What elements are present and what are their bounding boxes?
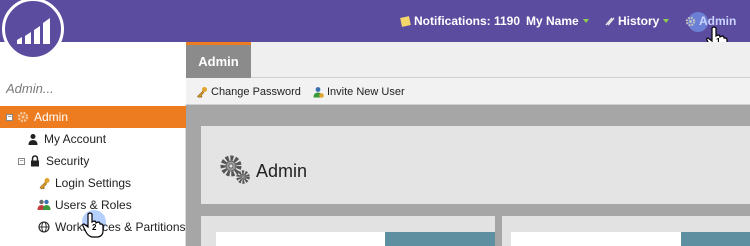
users-icon xyxy=(37,198,51,212)
gear-icon xyxy=(16,110,30,124)
search-input[interactable]: Admin... xyxy=(6,81,54,96)
card-accent xyxy=(385,232,495,246)
invite-new-user-button[interactable]: Invite New User xyxy=(312,78,405,105)
chevron-down-icon xyxy=(663,19,670,23)
tree-item-label: Workspaces & Partitions xyxy=(55,220,186,234)
tab-admin[interactable]: Admin xyxy=(186,42,251,78)
tree-item-label: My Account xyxy=(44,132,107,146)
globe-icon xyxy=(37,220,51,234)
tree-item-workspaces-partitions[interactable]: Workspaces & Partitions xyxy=(37,216,186,238)
tree-item-label: Security xyxy=(46,154,90,168)
lock-icon xyxy=(28,154,42,168)
tab-label: Admin xyxy=(198,54,239,69)
change-password-label: Change Password xyxy=(211,85,301,98)
history-icon xyxy=(604,16,615,27)
tree-item-label: Users & Roles xyxy=(55,198,132,212)
tree-item-label: Login Settings xyxy=(55,176,132,190)
collapse-icon[interactable]: − xyxy=(6,113,13,121)
tab-strip: Admin xyxy=(186,42,750,78)
notification-note-icon xyxy=(400,15,411,27)
gear-icon xyxy=(218,153,252,192)
toolbar: Change Password Invite New User xyxy=(186,78,750,105)
card-body xyxy=(511,232,681,246)
notifications-link[interactable]: Notifications: 1190 xyxy=(400,0,520,42)
add-user-icon xyxy=(312,86,324,98)
tree-item-login-settings[interactable]: Login Settings xyxy=(37,172,131,194)
card-body xyxy=(216,232,385,246)
change-password-button[interactable]: Change Password xyxy=(196,78,301,105)
my-name-label: My Name xyxy=(526,14,579,28)
keys-icon xyxy=(37,176,51,190)
page-title: Admin xyxy=(256,161,308,181)
key-icon xyxy=(196,86,208,98)
tree-item-admin[interactable]: − Admin xyxy=(0,106,186,128)
my-name-menu[interactable]: My Name xyxy=(526,0,589,42)
person-icon xyxy=(26,132,40,146)
history-label: History xyxy=(618,14,660,28)
chevron-down-icon xyxy=(582,19,589,23)
card-accent xyxy=(681,232,750,246)
tree-item-my-account[interactable]: My Account xyxy=(26,128,106,150)
hand-cursor-icon: 2 xyxy=(82,212,104,243)
bars-logo-icon xyxy=(17,18,50,44)
notifications-label: Notifications: 1190 xyxy=(414,14,521,28)
cursor-step-badge: 2 xyxy=(92,223,97,232)
tree-item-security[interactable]: − Security xyxy=(18,150,89,172)
gear-icon xyxy=(685,16,696,27)
collapse-icon[interactable]: − xyxy=(18,157,25,165)
app-logo[interactable] xyxy=(2,0,64,60)
tree-item-label: Admin xyxy=(34,110,69,124)
history-menu[interactable]: History xyxy=(604,0,670,42)
invite-new-user-label: Invite New User xyxy=(327,85,405,98)
